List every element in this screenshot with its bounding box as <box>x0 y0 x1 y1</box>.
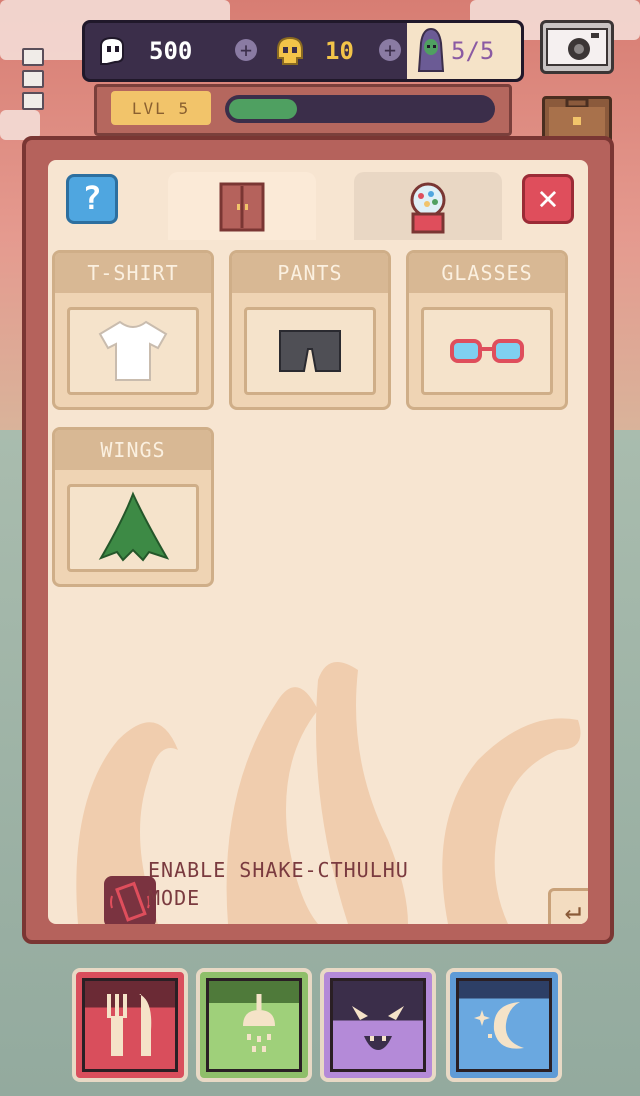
wardrobe-icon <box>219 182 265 232</box>
briefcase-icon <box>549 97 605 137</box>
card-title: T-SHIRT <box>55 253 211 293</box>
skull-icon <box>277 36 303 65</box>
creature-counter: 5/5 <box>407 23 521 79</box>
add-ghost-currency-button[interactable]: + <box>235 39 257 61</box>
camera-button[interactable] <box>540 20 614 74</box>
category-card-glasses[interactable]: GLASSES <box>406 250 568 410</box>
card-slot <box>244 307 376 395</box>
card-slot <box>421 307 553 395</box>
tab-gumball-machine[interactable] <box>354 172 502 240</box>
xp-progress-bar <box>225 95 495 123</box>
currency-hud: 500 + 10 + 5/5 <box>82 20 524 82</box>
skull-currency-value: 10 <box>325 37 354 65</box>
level-label: LVL 5 <box>111 91 211 125</box>
sleep-button[interactable] <box>446 968 562 1082</box>
back-button[interactable]: ↵ <box>548 888 588 924</box>
close-button[interactable]: ✕ <box>522 174 574 224</box>
food-icon <box>107 994 152 1056</box>
category-card-pants[interactable]: PANTS <box>229 250 391 410</box>
card-slot <box>67 307 199 395</box>
shower-icon <box>243 994 275 1052</box>
hooded-cultist-icon <box>417 27 445 72</box>
mood-button[interactable] <box>320 968 436 1082</box>
tshirt-icon <box>98 320 168 381</box>
card-slot <box>67 484 199 572</box>
tab-wardrobe[interactable] <box>168 172 316 240</box>
skull-currency: 10 <box>273 23 354 79</box>
glasses-icon <box>450 339 524 363</box>
menu-button[interactable] <box>22 48 44 114</box>
add-skull-currency-button[interactable]: + <box>379 39 401 61</box>
pants-icon <box>279 330 341 372</box>
card-title: GLASSES <box>409 253 565 293</box>
feed-button[interactable] <box>72 968 188 1082</box>
camera-icon <box>546 28 608 66</box>
level-bar: LVL 5 <box>94 84 512 136</box>
gumball-machine-icon <box>410 182 446 234</box>
wings-icon <box>98 491 170 562</box>
category-card-wings[interactable]: WINGS <box>52 427 214 587</box>
back-arrow-icon: ↵ <box>564 893 582 924</box>
shower-button[interactable] <box>196 968 312 1082</box>
card-title: WINGS <box>55 430 211 470</box>
creature-count: 5/5 <box>451 37 495 65</box>
category-card-tshirt[interactable]: T-SHIRT <box>52 250 214 410</box>
help-button[interactable]: ? <box>66 174 118 224</box>
shake-mode-label: ENABLE SHAKE-CTHULHU MODE <box>148 858 409 910</box>
ghost-currency-value: 500 <box>149 37 193 65</box>
ghost-icon <box>100 36 124 65</box>
moon-icon <box>474 1002 524 1049</box>
cthulhu-face-icon <box>352 1006 404 1050</box>
card-title: PANTS <box>232 253 388 293</box>
xp-progress-fill <box>229 99 297 119</box>
ghost-currency: 500 <box>95 23 192 79</box>
